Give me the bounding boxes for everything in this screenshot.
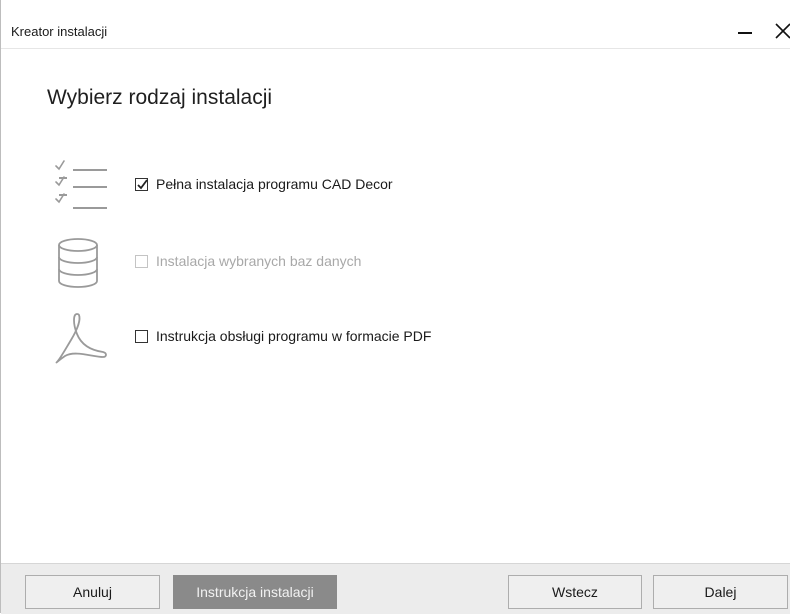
installer-window: Kreator instalacji Wybierz rodzaj instal… <box>0 0 790 614</box>
pdf-manual-checkbox[interactable] <box>135 329 148 343</box>
checkmark-icon <box>137 178 148 189</box>
minimize-icon <box>738 32 752 34</box>
checklist-icon <box>55 160 107 209</box>
pdf-icon <box>55 313 107 364</box>
full-install-label: Pełna instalacja programu CAD Decor <box>156 176 393 192</box>
window-title: Kreator instalacji <box>11 24 108 39</box>
title-bar: Kreator instalacji <box>1 14 790 49</box>
close-icon <box>775 23 790 39</box>
close-button[interactable] <box>763 14 790 48</box>
full-install-checkbox[interactable] <box>135 177 148 191</box>
cancel-button[interactable]: Anuluj <box>25 575 160 609</box>
databases-checkbox <box>135 254 148 268</box>
button-bar: Anuluj Instrukcja instalacji Wstecz Dale… <box>1 563 790 614</box>
next-button[interactable]: Dalej <box>653 575 788 609</box>
minimize-button[interactable] <box>725 14 765 48</box>
database-icon <box>58 238 98 288</box>
back-button[interactable]: Wstecz <box>508 575 642 609</box>
option-databases: Instalacja wybranych baz danych <box>135 253 361 269</box>
page-heading: Wybierz rodzaj instalacji <box>47 86 273 109</box>
pdf-manual-label: Instrukcja obsługi programu w formacie P… <box>156 328 432 344</box>
databases-label: Instalacja wybranych baz danych <box>156 253 362 269</box>
option-full-install[interactable]: Pełna instalacja programu CAD Decor <box>135 176 393 192</box>
installation-manual-button[interactable]: Instrukcja instalacji <box>173 575 337 609</box>
option-pdf-manual[interactable]: Instrukcja obsługi programu w formacie P… <box>135 328 431 344</box>
